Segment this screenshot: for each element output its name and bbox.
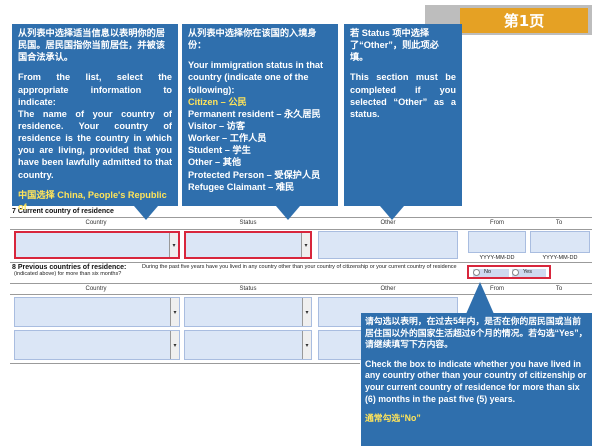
s8-col-other: Other [380, 286, 396, 292]
s8-col-status: Status [239, 286, 257, 292]
status-option-1: Permanent resident – 永久居民 [188, 108, 321, 119]
s7-col-status: Status [239, 220, 257, 226]
country-callout: 从列表中选择适当信息以表明你的居民国。居民国指你当前居住，并被该国合法承认。 F… [12, 24, 178, 212]
country-select[interactable]: ▾ [14, 231, 180, 259]
other-callout-arrow [380, 206, 404, 220]
section7-rule [10, 217, 592, 218]
country-callout-en: From the list, select the appropriate in… [18, 72, 172, 180]
status-callout-arrow [276, 206, 300, 220]
from-date-placeholder: YYYY-MM-DD [479, 255, 515, 261]
other-field[interactable] [318, 231, 458, 259]
from-date-field[interactable] [468, 231, 526, 253]
section7-header-rule [10, 229, 592, 230]
s7-col-from: From [490, 220, 504, 226]
prev-country-select-1[interactable]: ▾ [14, 297, 180, 327]
previous-callout-en: Check the box to indicate whether you ha… [365, 358, 587, 404]
previous-callout-zh: 请勾选以表明，在过去5年内，是否在你的居民国或当前居住国以外的国家生活超过6个月… [365, 316, 588, 350]
status-option-0: Citizen – 公民 [188, 96, 247, 107]
section8-bottom-rule [10, 363, 360, 364]
status-callout-title: 从列表中选择你在该国的入境身份： [188, 28, 317, 51]
page-badge: 第1页 [460, 8, 588, 33]
previous-callout-note: 通常勾选“No” [365, 413, 421, 424]
residence-radio-group: No Yes [467, 265, 551, 279]
no-radio[interactable] [473, 269, 480, 276]
chevron-down-icon[interactable]: ▾ [169, 233, 178, 257]
status-select[interactable]: ▾ [184, 231, 312, 259]
chevron-down-icon[interactable]: ▾ [302, 298, 311, 326]
status-option-7: Refugee Claimant – 难民 [188, 181, 295, 192]
section8-question: During the past five years have you live… [14, 264, 457, 277]
prev-status-select-2[interactable]: ▾ [184, 330, 312, 360]
status-callout-intro: Your immigration status in that country … [188, 60, 324, 95]
yes-radio[interactable] [512, 269, 519, 276]
no-option[interactable]: No [473, 269, 509, 277]
chevron-down-icon[interactable]: ▾ [301, 233, 310, 257]
prev-status-select-1[interactable]: ▾ [184, 297, 312, 327]
to-date-field[interactable] [530, 231, 590, 253]
status-callout: 从列表中选择你在该国的入境身份： Your immigration status… [182, 24, 338, 206]
country-callout-arrow [134, 206, 158, 220]
s7-col-to: To [555, 220, 563, 226]
status-option-5: Other – 其他 [188, 157, 242, 168]
chevron-down-icon[interactable]: ▾ [170, 298, 179, 326]
country-callout-zh: 从列表中选择适当信息以表明你的居民国。居民国指你当前居住，并被该国合法承认。 [18, 28, 165, 63]
to-date-placeholder: YYYY-MM-DD [542, 255, 578, 261]
yes-option[interactable]: Yes [512, 269, 546, 277]
s7-col-country: Country [85, 220, 107, 226]
no-label: No [484, 269, 492, 275]
section8-header-rule [10, 294, 592, 295]
s8-col-to: To [555, 286, 563, 292]
s8-col-country: Country [85, 286, 107, 292]
yes-label: Yes [523, 269, 532, 275]
prev-country-select-2[interactable]: ▾ [14, 330, 180, 360]
section8-rule [10, 262, 592, 263]
previous-callout-arrow [466, 282, 494, 314]
other-callout: 若 Status 项中选择了“Other”，则此项必填。 This sectio… [344, 24, 462, 206]
chevron-down-icon[interactable]: ▾ [302, 331, 311, 359]
other-callout-zh: 若 Status 项中选择了“Other”，则此项必填。 [350, 28, 439, 63]
status-option-6: Protected Person – 受保护人员 [188, 169, 321, 180]
previous-callout: 请勾选以表明，在过去5年内，是否在你的居民国或当前居住国以外的国家生活超过6个月… [361, 313, 592, 446]
status-option-3: Worker – 工作人员 [188, 133, 267, 144]
section8-header-top-rule [10, 283, 592, 284]
chevron-down-icon[interactable]: ▾ [170, 331, 179, 359]
status-option-2: Visitor – 访客 [188, 120, 246, 131]
other-callout-en: This section must be completed if you se… [350, 72, 456, 119]
s7-col-other: Other [380, 220, 396, 226]
status-option-4: Student – 学生 [188, 145, 251, 156]
